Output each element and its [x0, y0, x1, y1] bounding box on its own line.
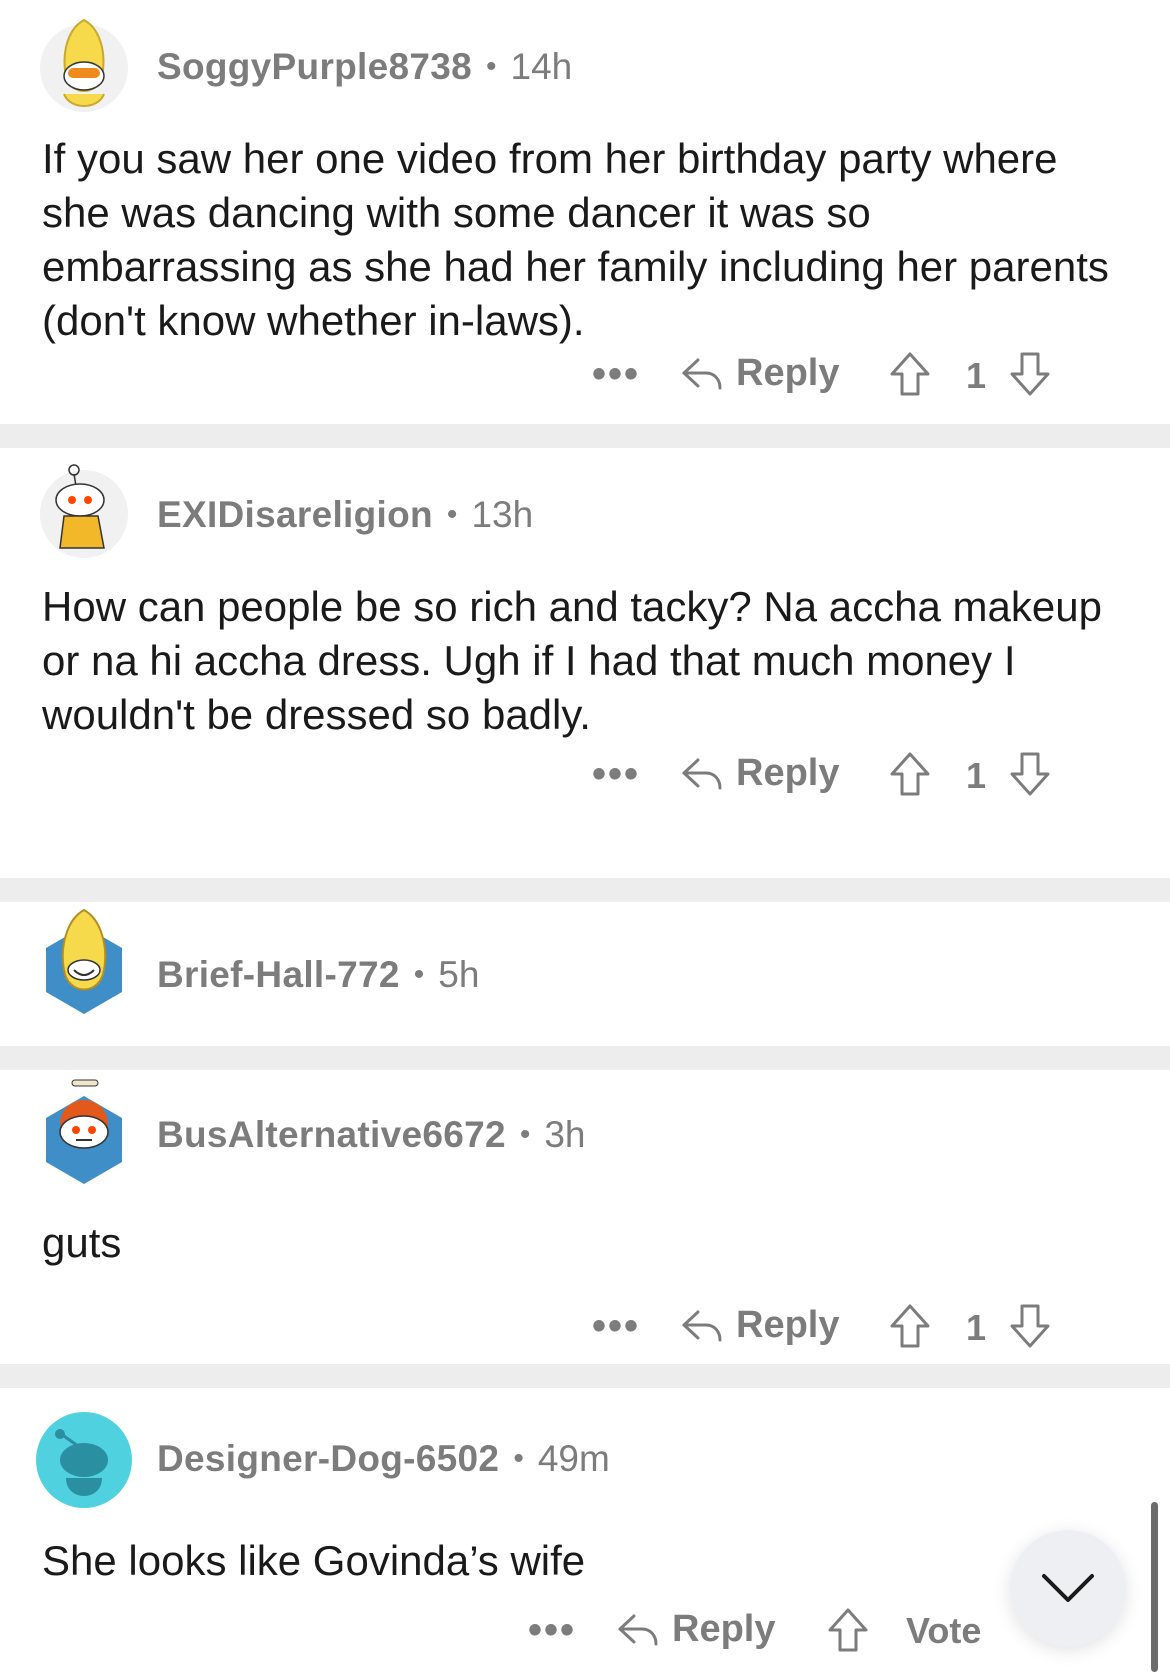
meta-separator: •	[413, 958, 425, 991]
comment-divider	[0, 1046, 1170, 1070]
comment-divider	[0, 424, 1170, 448]
username[interactable]: BusAlternative6672	[157, 1114, 506, 1156]
comment-meta: BusAlternative6672 • 3h	[157, 1110, 586, 1160]
default-snoo-avatar-icon	[36, 1412, 132, 1508]
comment-meta: Designer-Dog-6502 • 49m	[157, 1434, 610, 1484]
more-options-button[interactable]: •••	[528, 1610, 576, 1650]
reply-icon	[682, 358, 722, 389]
username[interactable]: SoggyPurple8738	[157, 46, 472, 88]
scrollbar-thumb[interactable]	[1151, 1502, 1158, 1672]
reply-button[interactable]: Reply	[680, 352, 839, 395]
chevron-down-icon	[1042, 1574, 1094, 1602]
reply-label: Reply	[736, 352, 840, 394]
username[interactable]: Brief-Hall-772	[157, 954, 400, 996]
comment: BusAlternative6672 • 3h guts ••• Reply 1	[0, 1070, 1170, 1362]
comment-meta: EXIDisareligion • 13h	[157, 490, 533, 540]
upvote-icon[interactable]	[826, 1606, 870, 1654]
avatar[interactable]	[36, 908, 132, 1014]
more-options-button[interactable]: •••	[592, 1306, 640, 1346]
red-hair-snoo-avatar-icon	[46, 1079, 122, 1184]
more-options-button[interactable]: •••	[592, 354, 640, 394]
meta-separator: •	[446, 498, 458, 531]
downvote-icon[interactable]	[1008, 1302, 1052, 1350]
comment-meta: SoggyPurple8738 • 14h	[157, 42, 572, 92]
reply-icon	[618, 1614, 658, 1645]
comment: EXIDisareligion • 13h How can people be …	[0, 448, 1170, 848]
meta-separator: •	[519, 1118, 531, 1151]
comment-body: She looks like Govinda’s wife	[42, 1537, 586, 1584]
upvote-icon[interactable]	[888, 350, 932, 398]
upvote-icon[interactable]	[888, 1302, 932, 1350]
timestamp: 5h	[438, 954, 480, 995]
reply-label: Reply	[736, 1304, 840, 1346]
vote-label: Vote	[906, 1610, 982, 1651]
avatar[interactable]	[36, 1412, 132, 1508]
vote-score: 1	[966, 355, 987, 396]
comment-body: How can people be so rich and tacky? Na …	[42, 583, 1102, 738]
reply-label: Reply	[672, 1608, 776, 1650]
reply-button[interactable]: Reply	[680, 752, 839, 795]
username[interactable]: EXIDisareligion	[157, 494, 433, 536]
timestamp: 3h	[544, 1114, 586, 1155]
reply-label: Reply	[736, 752, 840, 794]
meta-separator: •	[486, 50, 497, 83]
comment-meta: Brief-Hall-772 • 5h	[157, 950, 479, 1000]
comment: SoggyPurple8738 • 14h If you saw her one…	[0, 0, 1170, 448]
snoo-avatar-icon	[40, 464, 128, 558]
meta-separator: •	[513, 1442, 524, 1475]
comment-divider	[0, 878, 1170, 902]
banana-snoo-avatar-icon	[40, 18, 128, 112]
timestamp: 13h	[471, 494, 534, 535]
comment-body: guts	[42, 1219, 122, 1266]
upvote-icon[interactable]	[888, 750, 932, 798]
downvote-icon[interactable]	[1008, 350, 1052, 398]
vote-score: 1	[966, 1307, 987, 1348]
downvote-icon[interactable]	[1008, 750, 1052, 798]
timestamp: 49m	[537, 1438, 610, 1479]
reply-icon	[682, 758, 722, 789]
collapse-thread-button[interactable]	[1010, 1530, 1126, 1646]
comment-divider	[0, 1364, 1170, 1388]
avatar[interactable]	[36, 16, 132, 112]
avatar[interactable]	[36, 1078, 132, 1184]
reply-icon	[682, 1310, 722, 1341]
more-options-button[interactable]: •••	[592, 754, 640, 794]
username[interactable]: Designer-Dog-6502	[157, 1438, 499, 1480]
avatar[interactable]	[36, 462, 132, 558]
comment: Brief-Hall-772 • 5h	[0, 902, 1170, 1044]
comment: Designer-Dog-6502 • 49m She looks like G…	[0, 1388, 1170, 1672]
banana-nft-avatar-icon	[46, 908, 122, 1014]
timestamp: 14h	[510, 46, 573, 87]
reply-button[interactable]: Reply	[680, 1304, 839, 1347]
reply-button[interactable]: Reply	[616, 1608, 775, 1651]
comment-body: If you saw her one video from her birthd…	[42, 135, 1109, 344]
vote-score: 1	[966, 755, 987, 796]
